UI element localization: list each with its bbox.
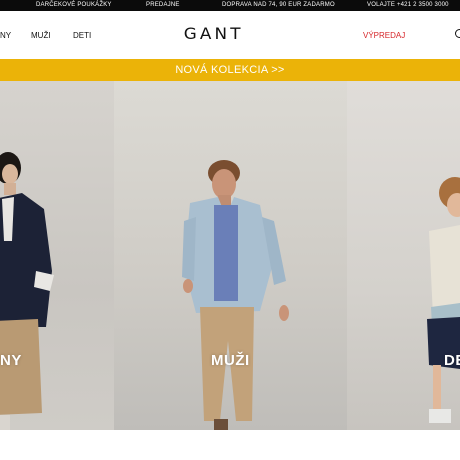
nav-sale[interactable]: VÝPREDAJ [363, 31, 405, 40]
stores-link[interactable]: PREDAJNE [146, 2, 180, 9]
men-category-tile[interactable]: MUŽI [114, 81, 347, 430]
top-info-bar: DARČEKOVÉ POUKÁŽKY PREDAJNE DOPRAVA NAD … [0, 0, 460, 11]
women-category-tile[interactable]: NY [0, 81, 114, 430]
main-header: NY MUŽI DETI GANT VÝPREDAJ [0, 11, 460, 59]
men-category-label: MUŽI [211, 352, 250, 369]
phone-info[interactable]: VOLAJTE +421 2 3500 3000 [367, 2, 449, 9]
nav-kids[interactable]: DETI [73, 31, 91, 40]
shipping-info: DOPRAVA NAD 74, 90 EUR ZADARMO [222, 2, 335, 8]
kids-model-image [427, 177, 460, 423]
new-collection-banner[interactable]: NOVÁ KOLEKCIA >> [0, 59, 460, 81]
men-model-image [182, 160, 289, 430]
banner-text: NOVÁ KOLEKCIA >> [175, 64, 285, 76]
gant-logo[interactable]: GANT [184, 24, 279, 44]
women-category-label: NY [0, 352, 22, 369]
nav-women[interactable]: NY [0, 31, 11, 40]
kids-category-label: DE [444, 352, 460, 369]
gift-cards-link[interactable]: DARČEKOVÉ POUKÁŽKY [36, 2, 112, 9]
search-icon[interactable] [455, 29, 460, 38]
nav-men[interactable]: MUŽI [31, 31, 51, 40]
kids-category-tile[interactable]: DE [347, 81, 460, 430]
women-model-image [0, 152, 54, 430]
